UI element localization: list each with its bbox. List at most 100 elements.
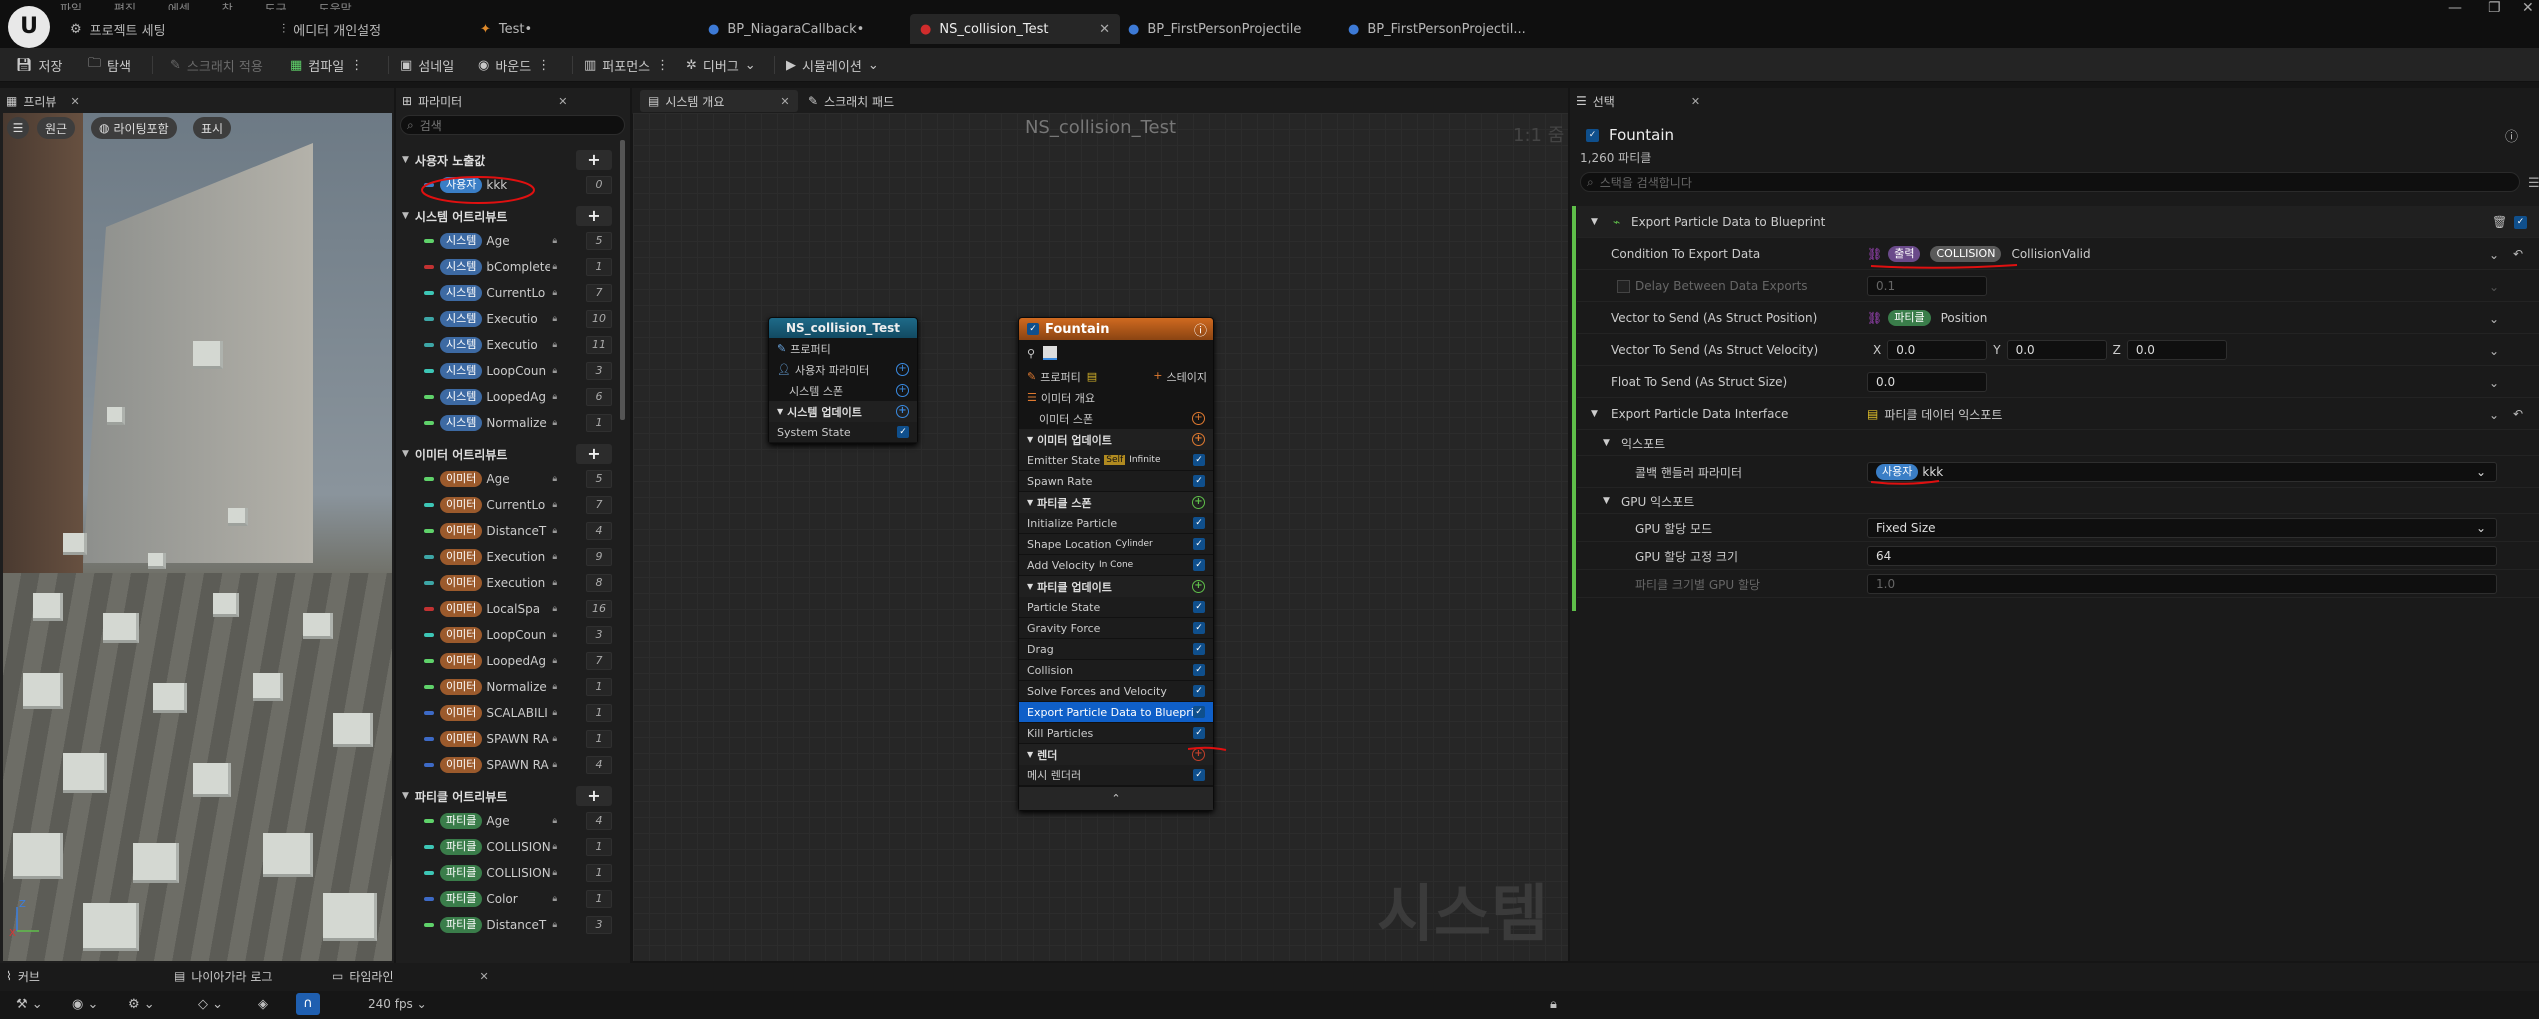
parameter-item[interactable]: 이미터 LocalSpa 🔒︎ 16 (402, 598, 612, 620)
browse-button[interactable]: 🗀 탐색 (88, 54, 131, 76)
checkbox-icon[interactable]: ✓ (1027, 323, 1039, 335)
system-node[interactable]: NS_collision_Test ✎ 프로퍼티 👤︎ 사용자 파라미터 + 시스템 … (768, 317, 918, 444)
tools-icon[interactable]: ⚒ ⌄ (16, 997, 43, 1012)
performance-button[interactable]: ▥ 퍼포먼스 ⋮ (584, 54, 669, 76)
add-parameter-button[interactable]: + (576, 150, 612, 170)
parameter-item[interactable]: 시스템 Normalize 🔒︎ 1 (402, 412, 612, 434)
parameter-item[interactable]: 시스템 Executio 🔒︎ 11 (402, 334, 612, 356)
add-module-icon[interactable]: + (1192, 580, 1205, 593)
emitter-node[interactable]: ✓ Fountain ⓘ ⚲ ✎ 프로퍼티 ▤ + 스테이지 ☰ 이미터 개요 이미터 스… (1018, 317, 1214, 811)
params-section[interactable]: ▼ 시스템 어트리뷰트 + (402, 204, 618, 228)
parameter-item[interactable]: 파티클 COLLISION 🔒︎ 1 (402, 836, 612, 858)
info-icon[interactable]: ⓘ (2505, 126, 2518, 145)
checkbox-icon[interactable]: ✓ (1193, 685, 1205, 697)
stack-module[interactable]: Shape Location Cylinder ✓ (1019, 534, 1213, 555)
checkbox-icon[interactable]: ✓ (897, 426, 909, 438)
menu-edit[interactable]: 편집 (114, 2, 136, 10)
tab-bp-first-person-projectile-2[interactable]: ● BP_FirstPersonProjectil... (1348, 14, 1526, 44)
details-search-input[interactable]: ⌕ 스택을 검색합니다 (1580, 172, 2520, 192)
add-icon[interactable]: + (896, 363, 909, 376)
float-size-input[interactable]: 0.0 (1867, 372, 1987, 392)
stack-module[interactable]: Particle State ✓ (1019, 597, 1213, 618)
add-module-icon[interactable]: + (1192, 433, 1205, 446)
tab-bp-niagara-callback[interactable]: ● BP_NiagaraCallback• (708, 14, 864, 44)
parameter-item[interactable]: 파티클 Age 🔒︎ 4 (402, 810, 612, 832)
user-params-row[interactable]: 👤︎ 사용자 파라미터 + (769, 359, 917, 380)
stack-module[interactable]: Export Particle Data to Blueprint ✓ (1019, 702, 1213, 723)
close-icon[interactable]: ✕ (1099, 22, 1110, 37)
tab-ns-collision-test[interactable]: ● NS_collision_Test ✕ (910, 14, 1120, 44)
checkbox-icon[interactable]: ✓ (1193, 601, 1205, 613)
stack-group-header[interactable]: ▼ 렌더 + (1019, 744, 1213, 765)
stack-group-header[interactable]: ▼ 파티클 스폰 + (1019, 492, 1213, 513)
float-size-row[interactable]: Float To Send (As Struct Size) 0.0 ⌄ (1577, 366, 2539, 398)
more-icon[interactable]: ⋮ (656, 58, 669, 73)
stack-module[interactable]: Emitter State Self Infinite ✓ (1019, 450, 1213, 471)
tab-preview[interactable]: ▦ 프리뷰 ✕ (6, 90, 80, 112)
menu-file[interactable]: 파일 (60, 2, 82, 10)
checkbox-icon[interactable]: ✓ (1193, 538, 1205, 550)
parameter-item[interactable]: 이미터 Normalize 🔒︎ 1 (402, 676, 612, 698)
add-parameter-button[interactable]: + (576, 206, 612, 226)
gpu-scale-row[interactable]: 파티클 크기별 GPU 할당 1.0 (1577, 570, 2539, 598)
stack-group[interactable]: 이미터 스폰 + (1019, 408, 1213, 429)
checkbox-icon[interactable]: ✓ (1193, 622, 1205, 634)
close-icon[interactable]: ✕ (70, 95, 79, 108)
keyframe-icon[interactable]: ◇ ⌄ (198, 997, 223, 1012)
checkbox-icon[interactable]: ✓ (1193, 475, 1205, 487)
delay-checkbox[interactable] (1617, 270, 1630, 302)
parameter-item[interactable]: 이미터 LoopedAg 🔒︎ 7 (402, 650, 612, 672)
eye-icon[interactable]: ◉ ⌄ (72, 997, 98, 1012)
menu-asset[interactable]: 에셋 (168, 2, 190, 10)
velocity-x-input[interactable]: 0.0 (1887, 340, 1988, 360)
close-icon[interactable]: ✕ (780, 95, 789, 108)
info-icon[interactable]: ⓘ (1194, 320, 1207, 339)
checkbox-icon[interactable]: ✓ (1193, 559, 1205, 571)
close-icon[interactable]: ✕ (480, 970, 489, 983)
snap-icon[interactable]: ◈ (258, 997, 268, 1012)
system-update-row[interactable]: ▼ 시스템 업데이트 + (769, 401, 917, 422)
vector-position-row[interactable]: Vector to Send (As Struct Position) ⛓ 파티… (1577, 302, 2539, 334)
stack-group-header[interactable]: ▼ 이미터 업데이트 + (1019, 429, 1213, 450)
preview-viewport[interactable]: ☰ 원근 ◍ 라이팅포함 표시 ZX (3, 113, 392, 961)
stack-module[interactable]: Gravity Force ✓ (1019, 618, 1213, 639)
callback-handler-row[interactable]: 콜백 핸들러 파라미터 사용자 kkk ⌄ (1577, 456, 2539, 488)
delay-row[interactable]: Delay Between Data Exports 0.1 ⌄ (1577, 270, 2539, 302)
menu-window[interactable]: 창 (222, 2, 233, 10)
chevron-down-icon[interactable]: ⌄ (2489, 408, 2499, 422)
show-button[interactable]: 표시 (193, 117, 232, 139)
export-section-row[interactable]: ▼ 익스포트 (1577, 430, 2539, 456)
add-parameter-button[interactable]: + (576, 786, 612, 806)
reset-icon[interactable]: ↶ (2513, 398, 2523, 430)
stack-module[interactable]: Spawn Rate ✓ (1019, 471, 1213, 492)
menu-help[interactable]: 도움말 (319, 2, 352, 10)
gpu-fixed-size-row[interactable]: GPU 할당 고정 크기 64 (1577, 542, 2539, 570)
stack-module[interactable]: Add Velocity In Cone ✓ (1019, 555, 1213, 576)
system-overview-graph[interactable]: NS_collision_Test 1:1 줌 시스템 NS_collision… (633, 113, 1568, 961)
collapse-node-button[interactable]: ⌃ (1019, 786, 1213, 810)
bounds-button[interactable]: ◉ 바운드 ⋮ (478, 54, 550, 76)
gpu-fixed-size-input[interactable]: 64 (1867, 546, 2497, 566)
checkbox-icon[interactable]: ✓ (1193, 769, 1205, 781)
parameter-item[interactable]: 이미터 LoopCoun 🔒︎ 3 (402, 624, 612, 646)
lock-icon[interactable]: 🔒︎ (1550, 997, 1557, 1012)
tab-scratch-pad[interactable]: ✎ 스크래치 패드 (808, 90, 894, 112)
save-button[interactable]: 💾︎ 저장 (16, 54, 62, 76)
maximize-icon[interactable]: ❐ (2488, 0, 2501, 16)
checkbox-icon[interactable]: ✓ (1193, 664, 1205, 676)
add-module-icon[interactable]: + (1192, 496, 1205, 509)
chevron-down-icon[interactable]: ⌄ (2489, 312, 2499, 326)
gpu-mode-row[interactable]: GPU 할당 모드 Fixed Size ⌄ (1577, 514, 2539, 542)
system-state-row[interactable]: System State ✓ (769, 422, 917, 443)
menu-tools[interactable]: 도구 (265, 2, 287, 10)
chevron-down-icon[interactable]: ⌄ (2489, 376, 2499, 390)
interface-row[interactable]: ▼ Export Particle Data Interface ▤ 파티클 데이… (1577, 398, 2539, 430)
parameter-item[interactable]: 시스템 LoopedAg 🔒︎ 6 (402, 386, 612, 408)
chevron-down-icon[interactable]: ⌄ (2489, 248, 2499, 262)
stack-module[interactable]: Drag ✓ (1019, 639, 1213, 660)
parameter-item[interactable]: 이미터 SCALABILI 🔒︎ 1 (402, 702, 612, 724)
params-section[interactable]: ▼ 파티클 어트리뷰트 + (402, 784, 618, 808)
parameter-item[interactable]: 이미터 CurrentLo 🔒︎ 7 (402, 494, 612, 516)
more-icon[interactable]: ⋮ (537, 58, 550, 73)
unreal-logo-icon[interactable]: U (8, 6, 50, 48)
